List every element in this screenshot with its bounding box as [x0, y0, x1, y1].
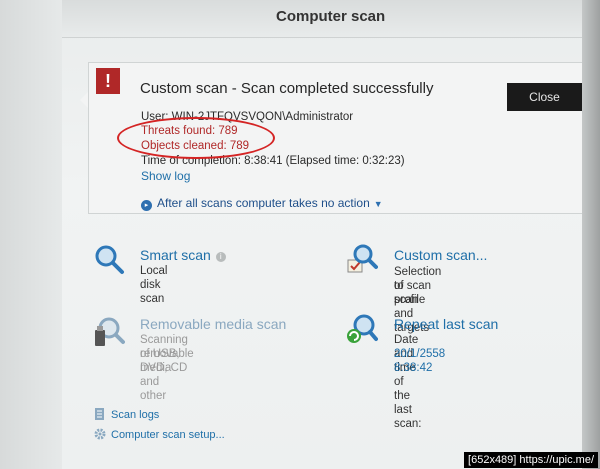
usb-magnifier-icon: [95, 317, 125, 346]
scan-setup-link[interactable]: Computer scan setup...: [111, 429, 225, 441]
gear-icon: [94, 428, 106, 440]
chevron-down-icon: ▼: [373, 199, 383, 209]
panel-notch: [80, 92, 88, 108]
magnifier-icon: [95, 245, 124, 274]
removable-media-title: Removable media scan: [140, 316, 287, 332]
close-button[interactable]: Close: [507, 83, 582, 111]
screen-photo: Computer scan ! Custom scan - Scan compl…: [0, 0, 600, 469]
after-scan-label: After all scans computer takes no action: [157, 196, 370, 210]
info-icon[interactable]: i: [215, 252, 226, 262]
smart-scan-title: Smart scan: [140, 247, 211, 263]
log-file-icon: [95, 408, 104, 420]
highlight-annotation: [117, 117, 275, 159]
window-title: Computer scan: [276, 8, 386, 25]
last-scan-datetime: 20/1/2558 8:38:42: [394, 348, 446, 374]
alert-icon: !: [96, 68, 120, 94]
left-bezel: [0, 0, 62, 469]
scan-logs-link[interactable]: Scan logs: [111, 409, 159, 421]
custom-scan-title: Custom scan...: [394, 247, 488, 263]
arrow-circle-icon: ▸: [141, 200, 152, 211]
show-log-link[interactable]: Show log: [141, 169, 190, 183]
repeat-scan-icon: [347, 314, 378, 343]
after-scan-action[interactable]: ▸ After all scans computer takes no actio…: [141, 196, 383, 211]
smart-scan-desc: Local disk scan: [140, 265, 168, 305]
custom-scan-desc-2: to scan: [394, 280, 419, 306]
removable-media-desc-2: removable media: [140, 348, 194, 374]
custom-scan-icon: [347, 244, 378, 273]
right-bezel: [582, 0, 600, 469]
watermark: [652x489] https://upic.me/: [464, 452, 598, 468]
scan-status-title: Custom scan - Scan completed successfull…: [140, 80, 434, 97]
repeat-last-scan-title: Repeat last scan: [394, 316, 499, 332]
